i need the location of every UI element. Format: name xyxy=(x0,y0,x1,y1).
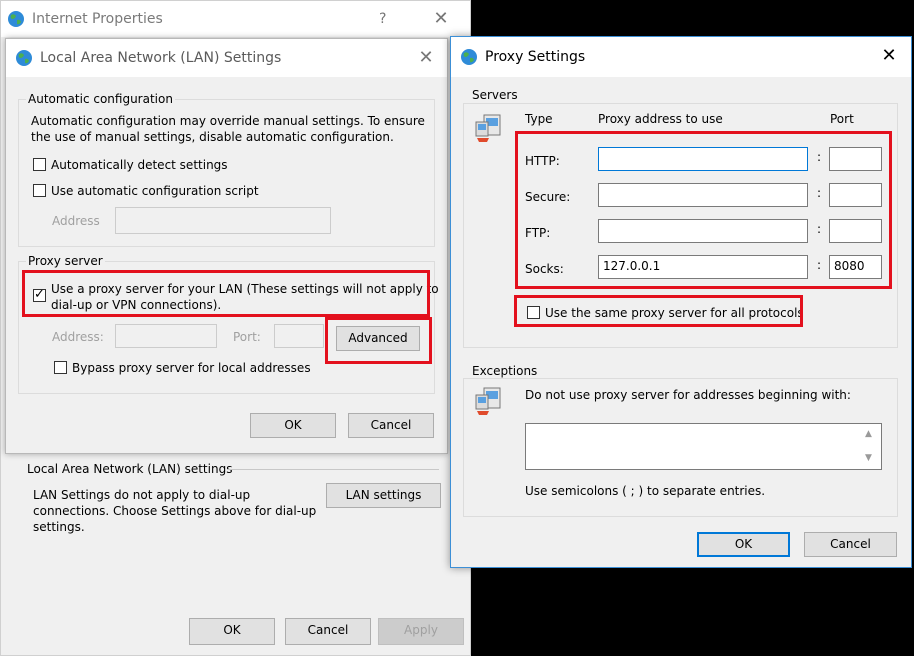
secure-port-field[interactable] xyxy=(829,183,882,207)
close-icon[interactable]: ✕ xyxy=(429,9,453,29)
script-address-label: Address xyxy=(52,214,100,228)
auto-config-description-line1: Automatic configuration may override man… xyxy=(31,114,425,128)
colon-separator: : xyxy=(817,186,822,200)
colon-separator: : xyxy=(817,150,822,164)
script-address-field[interactable] xyxy=(115,207,331,234)
automatic-configuration-label: Automatic configuration xyxy=(26,92,175,106)
socks-address-field[interactable]: 127.0.0.1 xyxy=(598,255,808,279)
dialog-title: Local Area Network (LAN) Settings xyxy=(40,50,282,66)
lan-settings-description-line2: connections. Choose Settings above for d… xyxy=(33,504,317,518)
lan-settings-button[interactable]: LAN settings xyxy=(326,483,441,508)
socks-port-field[interactable]: 8080 xyxy=(829,255,882,279)
ok-button[interactable]: OK xyxy=(189,618,275,645)
same-proxy-checkbox[interactable] xyxy=(527,306,540,319)
http-type-label: HTTP: xyxy=(525,154,560,168)
column-type-header: Type xyxy=(525,112,553,126)
lan-settings-group-label: Local Area Network (LAN) settings xyxy=(25,462,235,476)
lan-settings-description-line3: settings. xyxy=(33,520,85,534)
dialog-title: Proxy Settings xyxy=(485,49,586,65)
bypass-local-label[interactable]: Bypass proxy server for local addresses xyxy=(72,361,311,375)
group-divider xyxy=(227,469,439,470)
http-port-field[interactable] xyxy=(829,147,882,171)
scroll-down-icon[interactable]: ▼ xyxy=(865,453,872,463)
http-address-field[interactable] xyxy=(598,147,808,171)
proxy-address-field[interactable] xyxy=(115,324,217,348)
scroll-up-icon[interactable]: ▲ xyxy=(865,429,872,439)
secure-type-label: Secure: xyxy=(525,190,571,204)
cancel-button[interactable]: Cancel xyxy=(285,618,371,645)
colon-separator: : xyxy=(817,222,822,236)
cancel-button[interactable]: Cancel xyxy=(348,413,434,438)
auto-detect-checkbox[interactable] xyxy=(33,158,46,171)
auto-config-description-line2: the use of manual settings, disable auto… xyxy=(31,130,394,144)
internet-properties-titlebar: Internet Properties ? ✕ xyxy=(1,1,470,37)
lan-settings-dialog: Local Area Network (LAN) Settings ✕ Auto… xyxy=(5,38,448,454)
use-proxy-label-line2[interactable]: dial-up or VPN connections). xyxy=(51,298,221,312)
socks-type-label: Socks: xyxy=(525,262,564,276)
ok-button[interactable]: OK xyxy=(250,413,336,438)
globe-icon xyxy=(16,50,32,66)
lan-dialog-titlebar: Local Area Network (LAN) Settings ✕ xyxy=(6,39,447,77)
network-computers-icon xyxy=(475,387,501,415)
proxy-settings-dialog: Proxy Settings ✕ Servers Type Proxy addr… xyxy=(450,36,912,568)
proxy-port-field[interactable] xyxy=(274,324,324,348)
proxy-address-label: Address: xyxy=(52,330,104,344)
auto-script-label[interactable]: Use automatic configuration script xyxy=(51,184,259,198)
network-computers-icon xyxy=(475,114,501,142)
ftp-port-field[interactable] xyxy=(829,219,882,243)
proxy-dialog-titlebar: Proxy Settings ✕ xyxy=(451,37,911,77)
exceptions-hint: Use semicolons ( ; ) to separate entries… xyxy=(525,484,766,498)
auto-script-checkbox[interactable] xyxy=(33,184,46,197)
servers-label: Servers xyxy=(470,88,520,102)
column-address-header: Proxy address to use xyxy=(598,112,723,126)
colon-separator: : xyxy=(817,258,822,272)
use-proxy-checkbox[interactable] xyxy=(33,287,46,302)
proxy-port-label: Port: xyxy=(233,330,261,344)
proxy-server-label: Proxy server xyxy=(26,254,105,268)
globe-icon xyxy=(8,11,24,27)
ok-button[interactable]: OK xyxy=(697,532,790,557)
lan-settings-description-line1: LAN Settings do not apply to dial-up xyxy=(33,488,251,502)
apply-button[interactable]: Apply xyxy=(378,618,464,645)
same-proxy-label[interactable]: Use the same proxy server for all protoc… xyxy=(545,306,804,320)
use-proxy-label-line1[interactable]: Use a proxy server for your LAN (These s… xyxy=(51,282,439,296)
globe-icon xyxy=(461,49,477,65)
ftp-type-label: FTP: xyxy=(525,226,551,240)
exceptions-description: Do not use proxy server for addresses be… xyxy=(525,388,851,402)
secure-address-field[interactable] xyxy=(598,183,808,207)
close-icon[interactable]: ✕ xyxy=(414,48,438,68)
bypass-local-checkbox[interactable] xyxy=(54,361,67,374)
close-icon[interactable]: ✕ xyxy=(877,46,901,66)
help-icon[interactable]: ? xyxy=(379,11,386,27)
advanced-button[interactable]: Advanced xyxy=(336,326,420,351)
window-title: Internet Properties xyxy=(32,11,163,27)
cancel-button[interactable]: Cancel xyxy=(804,532,897,557)
auto-detect-label[interactable]: Automatically detect settings xyxy=(51,158,228,172)
exceptions-textarea[interactable] xyxy=(525,423,882,470)
ftp-address-field[interactable] xyxy=(598,219,808,243)
column-port-header: Port xyxy=(830,112,854,126)
exceptions-label: Exceptions xyxy=(470,364,540,378)
